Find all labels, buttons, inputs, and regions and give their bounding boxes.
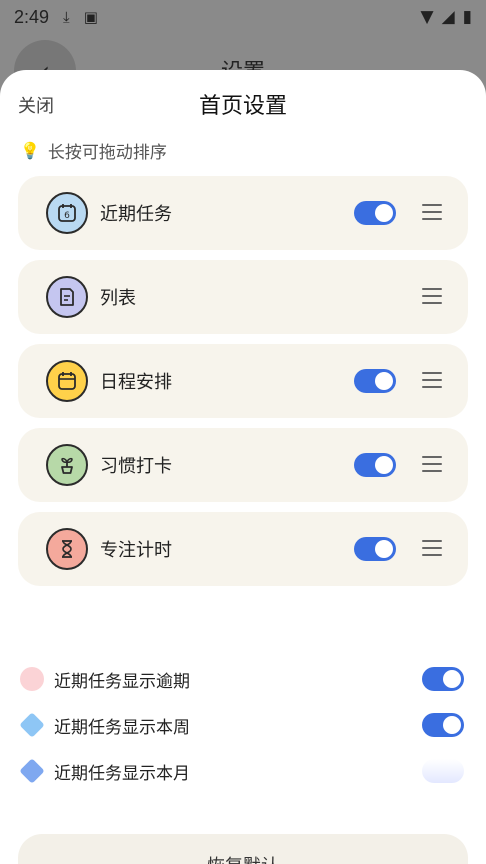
battery-icon: ▮ <box>462 7 472 27</box>
hourglass-icon <box>46 528 88 570</box>
drag-handle-icon[interactable] <box>422 372 442 388</box>
module-card-recent-tasks[interactable]: 6 近期任务 <box>18 176 468 250</box>
status-bar: 2:49 ⤓ ▣ ▼ ◢ ▮ <box>0 0 486 34</box>
option-row-this-month: 近期任务显示本月 <box>0 748 486 794</box>
module-toggle[interactable] <box>354 453 396 477</box>
drag-hint: 💡 长按可拖动排序 <box>0 138 486 163</box>
option-label: 近期任务显示本周 <box>54 717 190 738</box>
option-label: 近期任务显示逾期 <box>54 671 190 692</box>
sprout-icon <box>46 444 88 486</box>
close-button[interactable]: 关闭 <box>18 92 54 118</box>
module-label: 列表 <box>100 288 136 309</box>
home-settings-sheet: 关闭 首页设置 💡 长按可拖动排序 6 近期任务 列表 日程安排 习惯打卡 专注… <box>0 70 486 864</box>
status-time: 2:49 <box>14 6 50 27</box>
drag-handle-icon[interactable] <box>422 204 442 220</box>
module-card-focus-timer[interactable]: 专注计时 <box>18 512 468 586</box>
module-card-list[interactable]: 列表 <box>18 260 468 334</box>
calendar-6-icon: 6 <box>46 192 88 234</box>
sheet-title: 首页设置 <box>198 94 287 119</box>
drag-handle-icon[interactable] <box>422 540 442 556</box>
hint-text: 长按可拖动排序 <box>47 142 167 163</box>
option-label: 近期任务显示本月 <box>54 763 190 784</box>
drag-handle-icon[interactable] <box>422 288 442 304</box>
module-label: 习惯打卡 <box>100 456 172 477</box>
option-list: 近期任务显示逾期 近期任务显示本周 近期任务显示本月 <box>0 656 486 794</box>
a-box-icon: ▣ <box>83 8 98 26</box>
module-list: 6 近期任务 列表 日程安排 习惯打卡 专注计时 <box>0 176 486 586</box>
drag-handle-icon[interactable] <box>422 456 442 472</box>
module-card-schedule[interactable]: 日程安排 <box>18 344 468 418</box>
option-toggle[interactable] <box>422 713 464 737</box>
svg-text:6: 6 <box>64 211 70 221</box>
signal-icon: ◢ <box>441 7 455 27</box>
module-toggle[interactable] <box>354 201 396 225</box>
diamond-dot-icon <box>19 712 45 738</box>
module-toggle[interactable] <box>354 369 396 393</box>
wifi-icon: ▼ <box>420 7 434 27</box>
module-label: 近期任务 <box>100 204 172 225</box>
restore-default-button[interactable]: 恢复默认 <box>18 834 468 864</box>
option-toggle[interactable] <box>422 667 464 691</box>
lightbulb-icon: 💡 <box>20 140 40 160</box>
option-toggle[interactable] <box>422 759 464 783</box>
document-icon <box>46 276 88 318</box>
module-label: 日程安排 <box>100 372 172 393</box>
module-card-habits[interactable]: 习惯打卡 <box>18 428 468 502</box>
calendar-icon <box>46 360 88 402</box>
option-row-overdue: 近期任务显示逾期 <box>0 656 486 702</box>
download-icon: ⤓ <box>63 8 70 26</box>
sheet-header: 关闭 首页设置 <box>0 70 486 138</box>
circle-dot-icon <box>20 667 44 691</box>
module-toggle[interactable] <box>354 537 396 561</box>
option-row-this-week: 近期任务显示本周 <box>0 702 486 748</box>
module-label: 专注计时 <box>100 540 172 561</box>
diamond-dot-icon <box>19 758 45 784</box>
